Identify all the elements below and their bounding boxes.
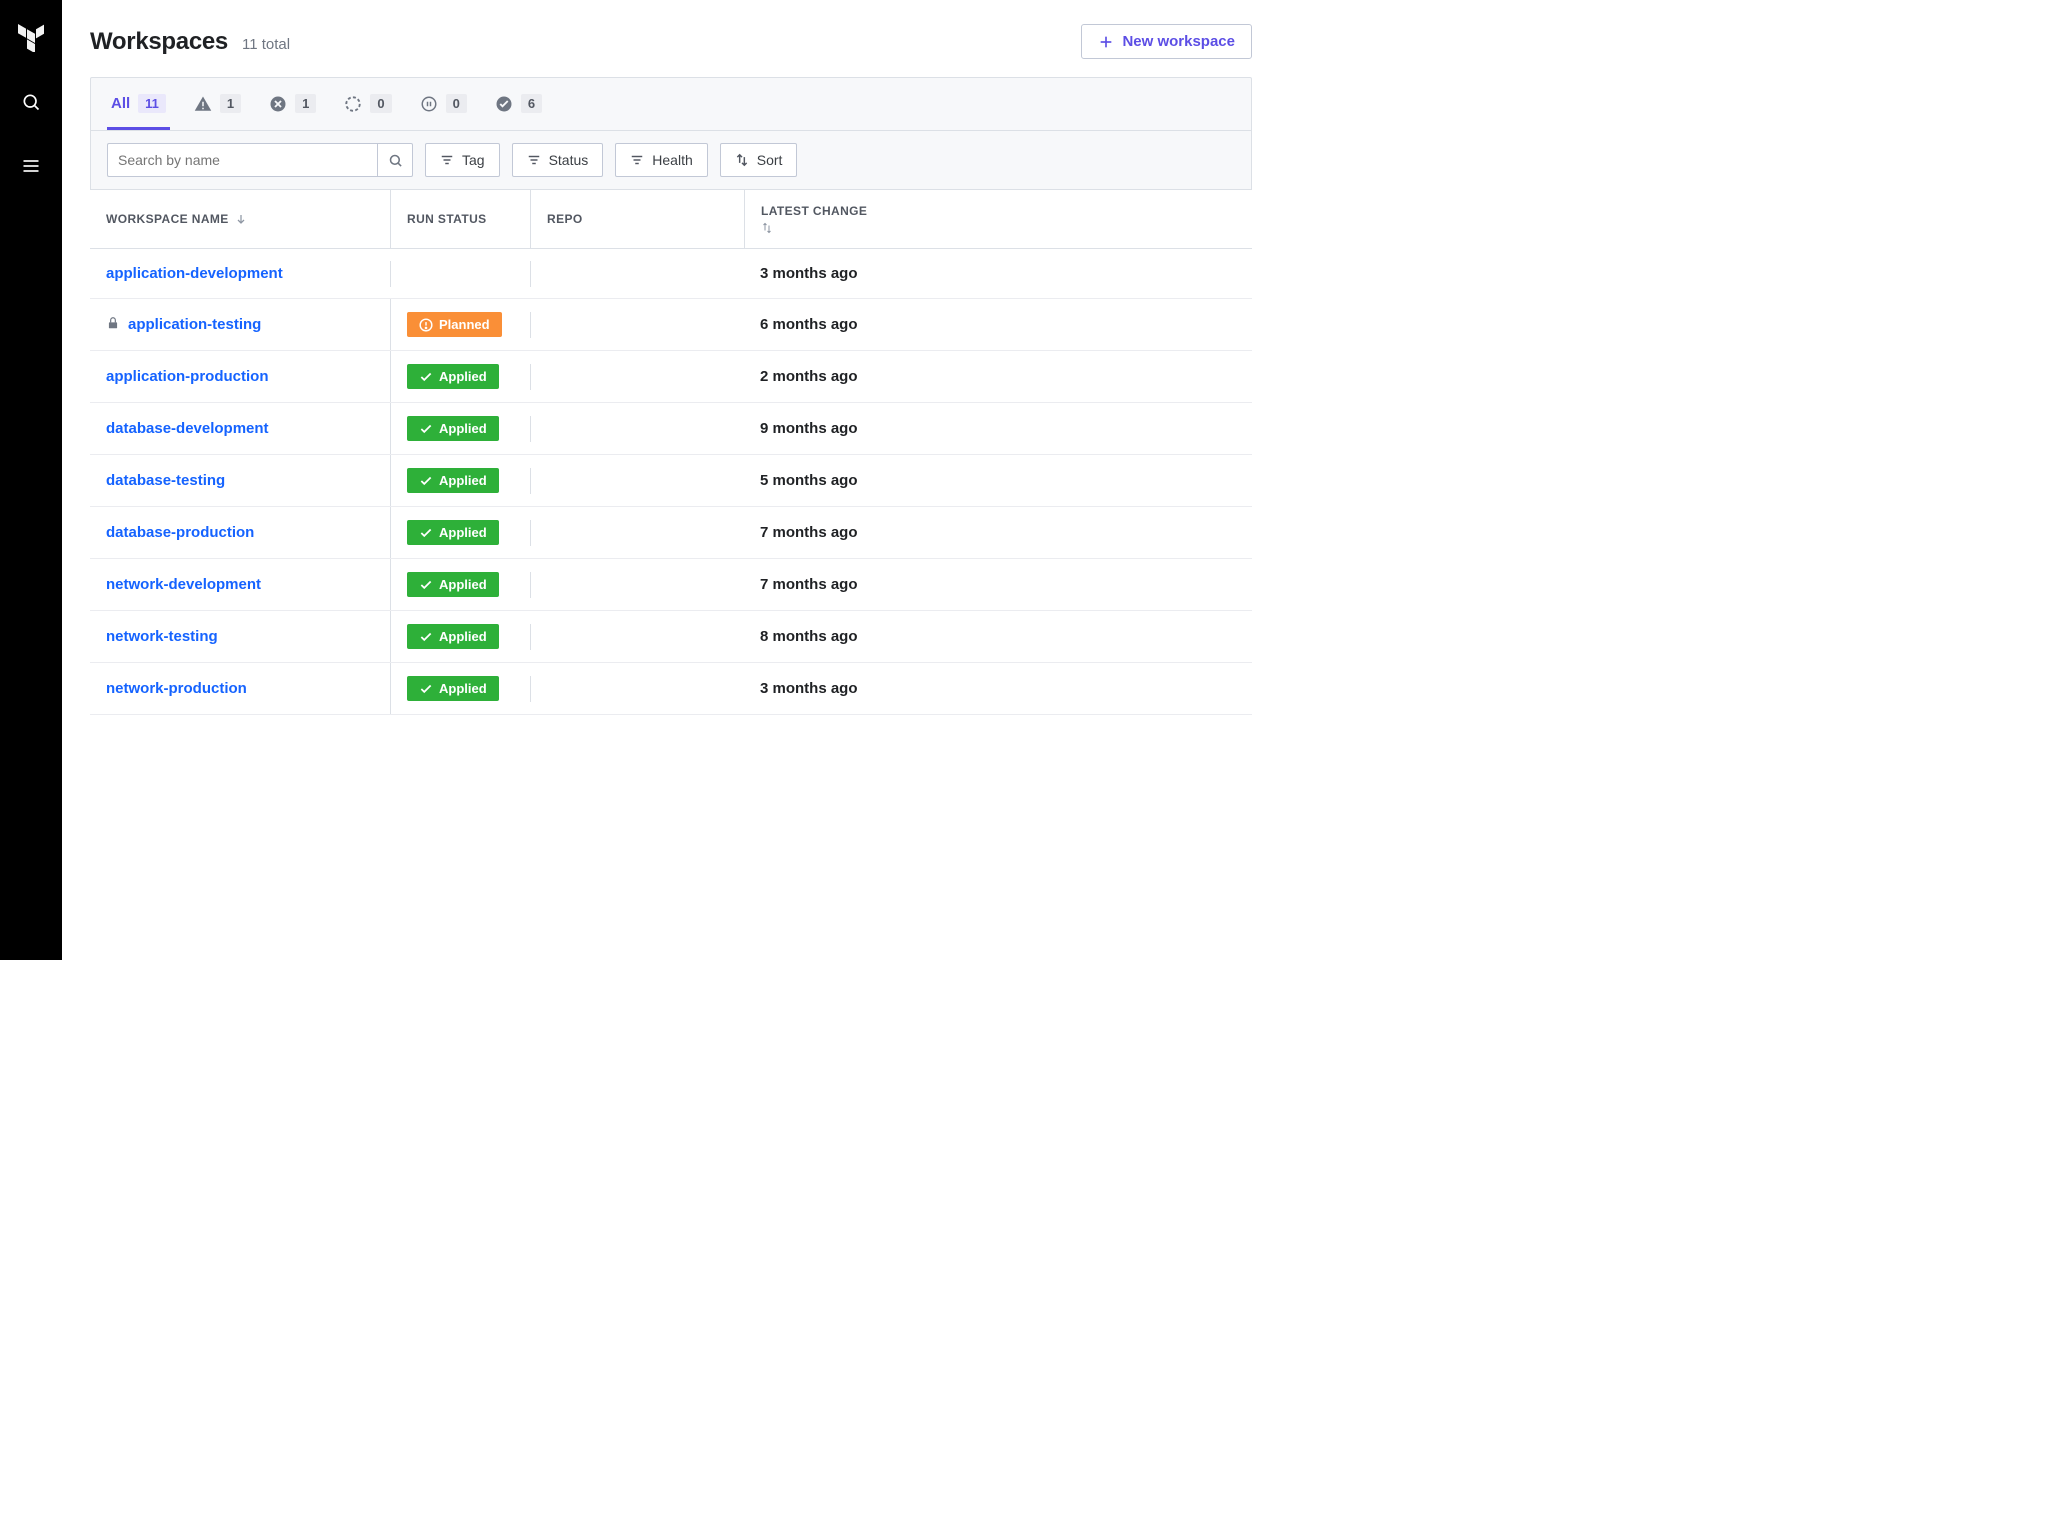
tab-all-count: 11 (138, 94, 166, 113)
sort-asc-icon (235, 213, 247, 225)
column-run-status: RUN STATUS (390, 190, 530, 248)
paused-icon (420, 95, 438, 113)
status-tabs: All 11 1 1 0 0 (91, 78, 1251, 131)
status-badge-applied: Applied (407, 624, 499, 649)
tab-warning-count: 1 (220, 94, 241, 113)
table-row: application-production Applied 2 months ag… (90, 351, 1252, 403)
workspace-link[interactable]: network-production (106, 680, 247, 697)
latest-change: 7 months ago (744, 511, 1252, 554)
sort-label: Sort (757, 152, 783, 168)
lock-icon (106, 316, 120, 334)
latest-change: 6 months ago (744, 303, 1252, 346)
latest-change: 7 months ago (744, 563, 1252, 606)
terraform-logo-icon[interactable] (17, 24, 45, 52)
toolbar: Tag Status Health Sort (91, 131, 1251, 189)
table-body: application-development3 months agoappli… (90, 249, 1252, 715)
table-row: network-development Applied 7 months ago (90, 559, 1252, 611)
workspace-link[interactable]: database-production (106, 524, 254, 541)
tag-filter-button[interactable]: Tag (425, 143, 500, 177)
status-filter-label: Status (549, 152, 589, 168)
tab-success-count: 6 (521, 94, 542, 113)
tag-filter-label: Tag (462, 152, 485, 168)
latest-change: 3 months ago (744, 667, 1252, 710)
tab-all[interactable]: All 11 (107, 88, 170, 130)
workspace-link[interactable]: database-testing (106, 472, 225, 489)
latest-change: 5 months ago (744, 459, 1252, 502)
sort-both-icon (761, 222, 773, 234)
status-badge-applied: Applied (407, 676, 499, 701)
workspace-link[interactable]: network-testing (106, 628, 218, 645)
search-input[interactable] (107, 143, 377, 177)
page-subtitle: 11 total (242, 36, 290, 53)
health-filter-label: Health (652, 152, 692, 168)
search-icon[interactable] (17, 88, 45, 116)
tab-running[interactable]: 0 (340, 88, 395, 130)
latest-change: 9 months ago (744, 407, 1252, 450)
column-repo: REPO (530, 190, 744, 248)
warning-icon (194, 95, 212, 113)
new-workspace-button[interactable]: New workspace (1081, 24, 1252, 59)
table-row: database-production Applied 7 months ago (90, 507, 1252, 559)
table-row: database-testing Applied 5 months ago (90, 455, 1252, 507)
tab-warning[interactable]: 1 (190, 88, 245, 130)
running-icon (344, 95, 362, 113)
table-row: application-development 3 months ago (90, 249, 1252, 299)
workspace-link[interactable]: application-development (106, 265, 283, 282)
search-button[interactable] (377, 143, 413, 177)
status-badge-applied: Applied (407, 364, 499, 389)
page-title: Workspaces (90, 28, 228, 56)
filter-panel: All 11 1 1 0 0 (90, 77, 1252, 190)
table-row: network-testing Applied 8 months ago (90, 611, 1252, 663)
success-icon (495, 95, 513, 113)
workspace-link[interactable]: application-production (106, 368, 269, 385)
tab-paused-count: 0 (446, 94, 467, 113)
latest-change: 3 months ago (744, 252, 1252, 295)
column-workspace-name[interactable]: WORKSPACE NAME (90, 190, 390, 248)
main-content: Workspaces 11 total New workspace All 11… (62, 0, 1280, 960)
table-header: WORKSPACE NAME RUN STATUS REPO LATEST CH… (90, 190, 1252, 249)
status-badge-applied: Applied (407, 520, 499, 545)
health-filter-button[interactable]: Health (615, 143, 707, 177)
status-badge-applied: Applied (407, 572, 499, 597)
table-row: database-development Applied 9 months ago (90, 403, 1252, 455)
tab-success[interactable]: 6 (491, 88, 546, 130)
status-filter-button[interactable]: Status (512, 143, 604, 177)
workspace-link[interactable]: database-development (106, 420, 269, 437)
error-icon (269, 95, 287, 113)
table-row: network-production Applied 3 months ago (90, 663, 1252, 715)
latest-change: 8 months ago (744, 615, 1252, 658)
tab-error-count: 1 (295, 94, 316, 113)
column-latest-change[interactable]: LATEST CHANGE (744, 190, 1252, 248)
tab-paused[interactable]: 0 (416, 88, 471, 130)
status-badge-applied: Applied (407, 468, 499, 493)
status-badge-planned: Planned (407, 312, 502, 337)
workspace-link[interactable]: network-development (106, 576, 261, 593)
tab-all-label: All (111, 95, 130, 112)
tab-error[interactable]: 1 (265, 88, 320, 130)
tab-running-count: 0 (370, 94, 391, 113)
latest-change: 2 months ago (744, 355, 1252, 398)
new-workspace-label: New workspace (1122, 33, 1235, 50)
sidebar (0, 0, 62, 960)
menu-icon[interactable] (17, 152, 45, 180)
status-badge-applied: Applied (407, 416, 499, 441)
sort-button[interactable]: Sort (720, 143, 798, 177)
workspace-link[interactable]: application-testing (128, 316, 261, 333)
table-row: application-testing Planned 6 months ago (90, 299, 1252, 351)
